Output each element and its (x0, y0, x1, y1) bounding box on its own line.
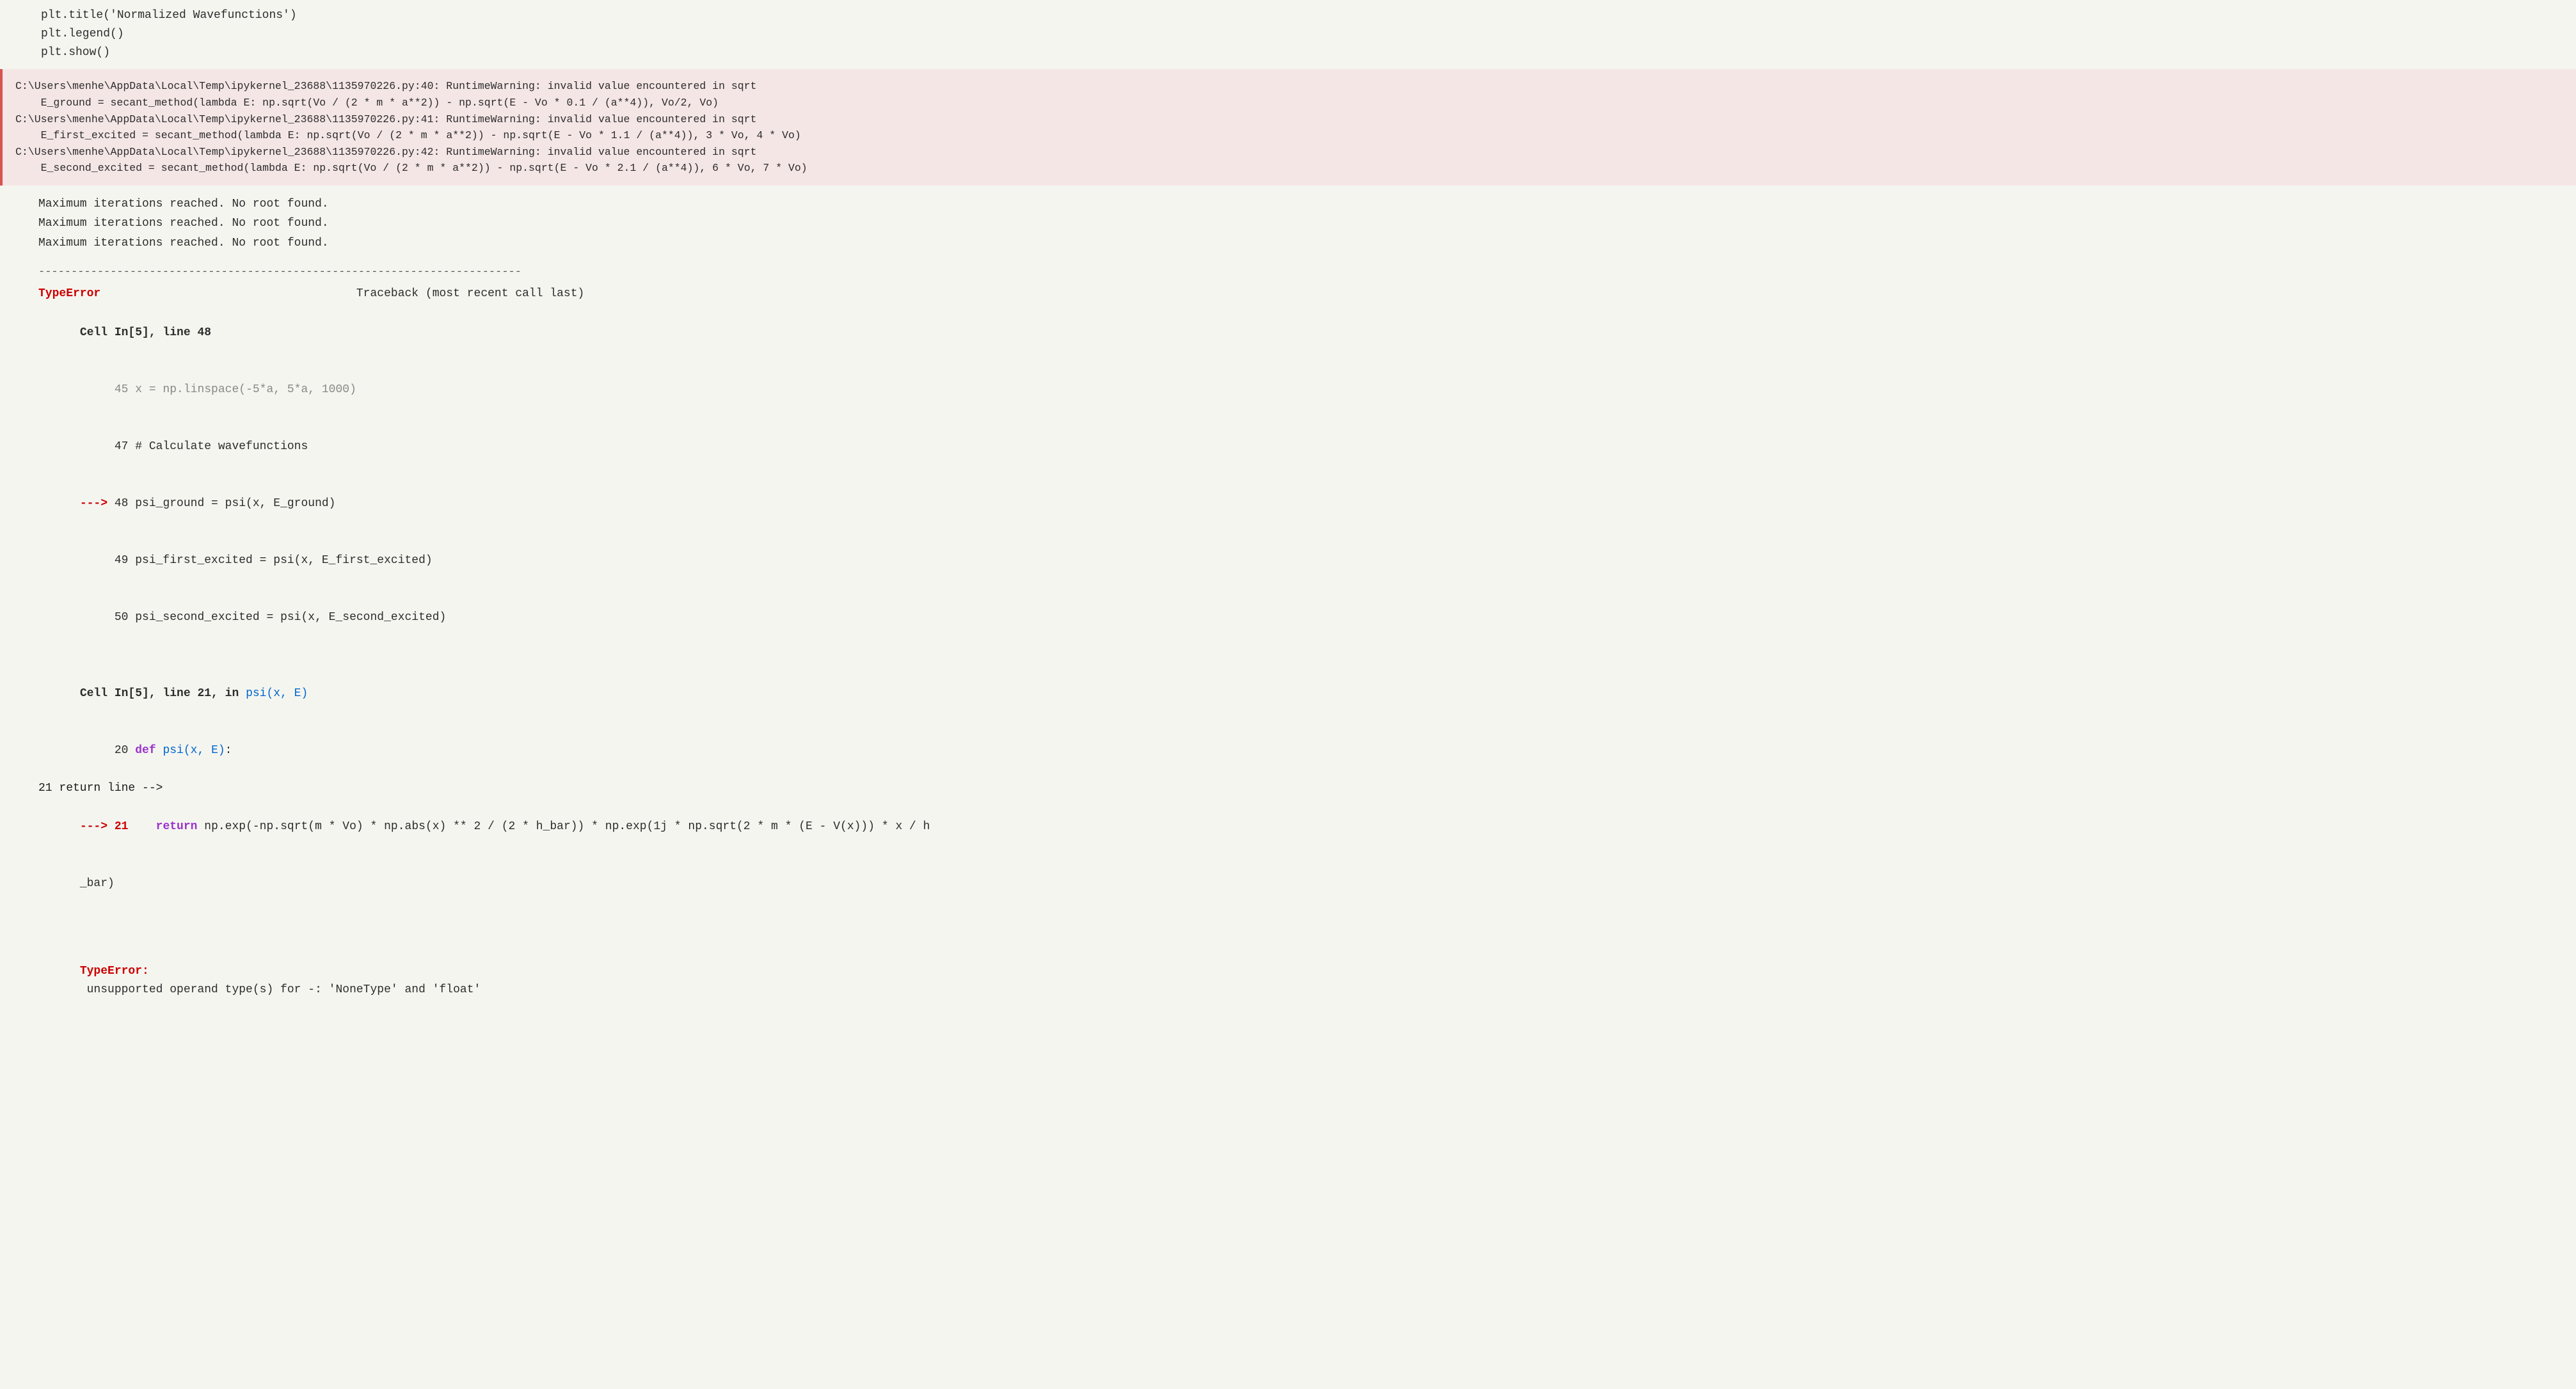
line-49-text: 49 psi_first_excited = psi(x, E_first_ex… (80, 554, 433, 567)
psi-name: psi(x, E) (163, 744, 225, 757)
traceback-code-48-arrow: ---> 48 psi_ground = psi(x, E_ground) (38, 475, 2563, 532)
message-line-2: Maximum iterations reached. No root foun… (38, 214, 2563, 234)
cell-ref-1: Cell In[5], line 48 (80, 326, 211, 339)
warning-line-2: E_ground = secant_method(lambda E: np.sq… (15, 95, 2563, 111)
code-section: plt.title('Normalized Wavefunctions') pl… (0, 0, 2576, 69)
traceback-code-45: 45 x = np.linspace(-5*a, 5*a, 1000) (38, 361, 2563, 418)
divider-line: ----------------------------------------… (38, 266, 2563, 278)
traceback-title: Traceback (most recent call last) (100, 285, 584, 304)
traceback-code-50: 50 psi_second_excited = psi(x, E_second_… (38, 590, 2563, 647)
output-container: plt.title('Normalized Wavefunctions') pl… (0, 0, 2576, 1028)
message-line-3: Maximum iterations reached. No root foun… (38, 234, 2563, 253)
psi-label: psi(x, E) (246, 687, 308, 700)
traceback-cell-line-1: Cell In[5], line 48 (38, 305, 2563, 361)
psi-colon: : (225, 744, 232, 757)
return-keyword: return (156, 820, 205, 833)
traceback-section: TypeError Traceback (most recent call la… (0, 282, 2576, 934)
traceback-cell-line-2: Cell In[5], line 21, in psi(x, E) (38, 665, 2563, 722)
line-50-text: 50 psi_second_excited = psi(x, E_second_… (80, 611, 447, 624)
bar-text: _bar) (80, 877, 115, 890)
traceback-def-line: 20 def psi(x, E): (38, 722, 2563, 779)
code-line-1: plt.title('Normalized Wavefunctions') (41, 6, 2563, 25)
warning-line-6: E_second_excited = secant_method(lambda … (15, 160, 2563, 177)
message-section: Maximum iterations reached. No root foun… (0, 186, 2576, 262)
traceback-code-47: 47 # Calculate wavefunctions (38, 418, 2563, 475)
error-final-section: TypeError: unsupported operand type(s) f… (0, 934, 2576, 1028)
code-line-2: plt.legend() (41, 25, 2563, 44)
arrow-48: ---> (80, 497, 115, 510)
arrow-21: ---> 21 (80, 820, 156, 833)
traceback-header: TypeError Traceback (most recent call la… (38, 285, 2563, 304)
warning-line-3: C:\Users\menhe\AppData\Local\Temp\ipyker… (15, 111, 2563, 128)
traceback-return-line: ---> 21 return np.exp(-np.sqrt(m * Vo) *… (38, 798, 2563, 855)
warning-line-1: C:\Users\menhe\AppData\Local\Temp\ipyker… (15, 78, 2563, 95)
line-47-text: 47 # Calculate wavefunctions (80, 440, 308, 453)
traceback-bar-continuation: _bar) (38, 855, 2563, 912)
line-20-prefix: 20 (80, 744, 135, 757)
cell-ref-2: Cell In[5], line 21, in (80, 687, 246, 700)
warning-line-4: E_first_excited = secant_method(lambda E… (15, 127, 2563, 144)
code-line-3: plt.show() (41, 44, 2563, 62)
error-final-line: TypeError: unsupported operand type(s) f… (38, 943, 2563, 1019)
warning-section: C:\Users\menhe\AppData\Local\Temp\ipyker… (0, 69, 2576, 185)
traceback-code-49: 49 psi_first_excited = psi(x, E_first_ex… (38, 532, 2563, 589)
line-num-45: 45 x = np.linspace(-5*a, 5*a, 1000) (80, 383, 356, 396)
line-48-text: 48 psi_ground = psi(x, E_ground) (115, 497, 336, 510)
error-message: unsupported operand type(s) for -: 'None… (80, 983, 481, 996)
divider-section: ----------------------------------------… (0, 262, 2576, 282)
error-type-label: TypeError: (80, 965, 149, 978)
error-label: TypeError (38, 285, 100, 304)
message-line-1: Maximum iterations reached. No root foun… (38, 194, 2563, 214)
warning-line-5: C:\Users\menhe\AppData\Local\Temp\ipyker… (15, 144, 2563, 161)
def-keyword: def (135, 744, 163, 757)
return-content: np.exp(-np.sqrt(m * Vo) * np.abs(x) ** 2… (204, 820, 930, 833)
